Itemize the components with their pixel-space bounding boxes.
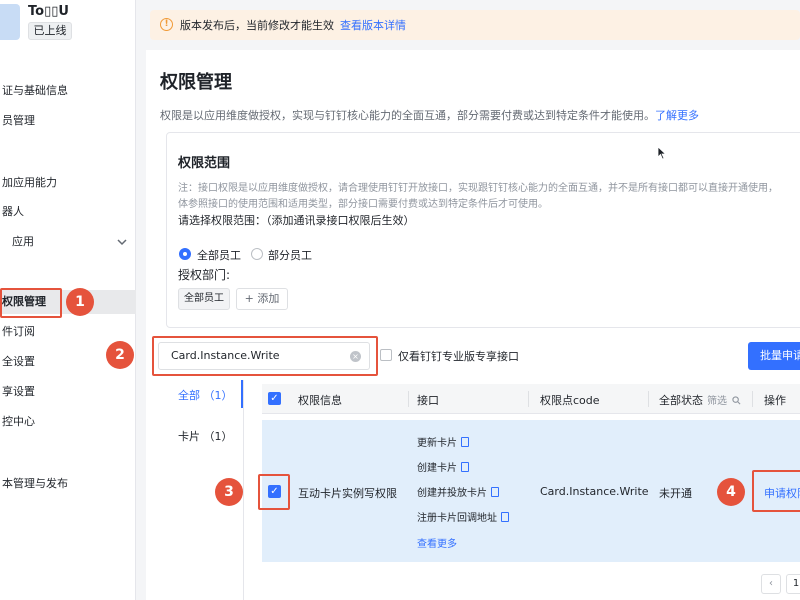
search-icon [732,396,741,405]
highlight-row-checkbox [258,474,290,510]
view-more-link[interactable]: 查看更多 [417,535,457,550]
header-separator [408,391,409,407]
step-badge-3: 3 [215,478,243,506]
sidebar-item-add-capability[interactable]: 加应用能力 [0,171,136,195]
scope-choose-label: 请选择权限范围：（添加通讯录接口权限后生效） [178,214,415,227]
doc-icon[interactable] [491,487,499,497]
sidebar-item-members[interactable]: 员管理 [0,109,136,133]
doc-icon[interactable] [461,462,469,472]
page-number[interactable]: 1 [786,574,800,594]
interface-item[interactable]: 更新卡片 [417,434,469,449]
select-all-checkbox[interactable]: ✓ [268,392,281,405]
header-separator [648,391,649,407]
doc-icon[interactable] [461,437,469,447]
sidebar-item-robot[interactable]: 器人 [0,200,136,224]
prev-page-button[interactable]: ‹ [761,574,781,594]
tab-all[interactable]: 全部 （1） [178,387,233,403]
sidebar-item-credentials[interactable]: 证与基础信息 [0,79,136,103]
view-version-link[interactable]: 查看版本详情 [340,19,406,32]
batch-apply-button[interactable]: 批量申请 [748,342,800,370]
interface-item[interactable]: 注册卡片回调地址 [417,509,509,524]
row-info: 互动卡片实例写权限 [298,487,397,500]
interface-item[interactable]: 创建卡片 [417,459,469,474]
banner-text: 版本发布后，当前修改才能生效 查看版本详情 [180,17,406,33]
interface-name: 创建并投放卡片 [417,488,487,499]
add-dept-button[interactable]: + 添加 [236,288,288,310]
all-staff-label: 全部员工 [197,249,241,262]
header-separator [528,391,529,407]
page-description: 权限是以应用维度做授权，实现与钉钉核心能力的全面互通，部分需要付费或达到特定条件… [160,107,699,123]
header-action: 操作 [764,394,786,407]
highlight-search [152,336,378,376]
pro-only-checkbox[interactable] [380,349,392,361]
header-info: 权限信息 [298,394,342,407]
sidebar-item-monitor[interactable]: 控中心 [0,410,136,434]
app-name: To▯▯U [28,4,69,19]
row-status: 未开通 [659,487,692,500]
doc-icon[interactable] [501,512,509,522]
interface-name: 创建卡片 [417,463,457,474]
page-title: 权限管理 [160,72,232,93]
step-badge-1: 1 [66,288,94,316]
row-code: Card.Instance.Write [540,485,649,498]
status-badge: 已上线 [28,22,72,40]
partial-staff-radio[interactable] [251,248,263,260]
header-separator [752,391,753,407]
page-description-text: 权限是以应用维度做授权，实现与钉钉核心能力的全面互通，部分需要付费或达到特定条件… [160,109,655,122]
dept-label: 授权部门: [178,268,231,282]
status-filter[interactable]: 筛选 [707,392,741,407]
notice-banner: ! 版本发布后，当前修改才能生效 查看版本详情 [150,10,800,40]
scope-title: 权限范围 [178,156,231,171]
interface-name: 更新卡片 [417,438,457,449]
pro-only-label: 仅看钉钉专业版专享接口 [398,350,519,363]
tab-divider [243,380,244,600]
header-status: 全部状态 [659,394,703,407]
highlight-apply [752,470,800,512]
interface-item[interactable]: 创建并投放卡片 [417,484,499,499]
sidebar-item-versions[interactable]: 本管理与发布 [0,472,136,496]
chevron-down-icon[interactable] [116,236,128,248]
all-staff-radio[interactable] [179,248,191,260]
dept-tag: 全部员工 [178,288,230,310]
partial-staff-label: 部分员工 [268,249,312,262]
sidebar-item-app-label: 应用 [12,235,34,248]
sidebar-item-sharing[interactable]: 享设置 [0,380,136,404]
sidebar-item-events[interactable]: 件订阅 [0,320,136,344]
learn-more-link[interactable]: 了解更多 [655,109,699,122]
header-code: 权限点code [540,394,600,407]
scope-note-line-1: 注：接口权限是以应用维度做授权，请合理使用钉钉开放接口，实现跟钉钉核心能力的全面… [178,183,778,194]
banner-message: 版本发布后，当前修改才能生效 [180,19,334,32]
interface-name: 注册卡片回调地址 [417,513,497,524]
highlight-permissions [0,288,62,318]
scope-note-line-2: 体参照接口的使用范围和适用类型，部分接口需要付费或达到特定条件后才可使用。 [178,199,548,210]
mouse-cursor-icon [657,146,667,160]
info-icon: ! [160,18,173,31]
step-badge-4: 4 [717,478,745,506]
filter-label: 筛选 [707,396,727,407]
header-interface: 接口 [417,394,439,407]
app-logo [0,4,20,40]
app-header: To▯▯U 已上线 [0,0,136,50]
tab-card[interactable]: 卡片 （1） [178,428,233,444]
step-badge-2: 2 [106,341,134,369]
